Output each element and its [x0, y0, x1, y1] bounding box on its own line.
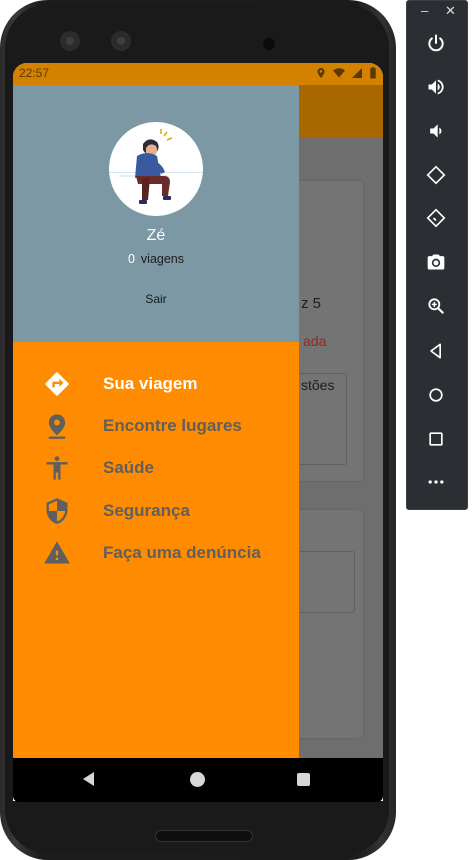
location-status-icon — [317, 68, 325, 78]
person-sitting-illustration-icon — [109, 129, 203, 204]
overview-button[interactable] — [421, 424, 451, 454]
more-icon — [428, 480, 444, 484]
drawer-header: 22:57 Zé 0 viagens Sair — [13, 63, 299, 342]
menu-item-label: Saúde — [103, 458, 155, 477]
menu-item-seguranca[interactable]: Segurança — [13, 490, 299, 530]
trip-count-label: viagens — [140, 252, 185, 266]
rotate-right-icon — [426, 208, 446, 228]
emulator-control-panel: – ✕ — [406, 0, 468, 510]
emulator-window-controls: – ✕ — [407, 3, 467, 21]
battery-icon — [370, 67, 376, 79]
drawer-menu: Sua viagem Encontre lugares Saúde Segura… — [13, 342, 299, 758]
menu-item-label: Segurança — [103, 501, 190, 520]
background-text: ada — [303, 333, 327, 349]
status-time: 22:57 — [19, 66, 50, 80]
power-icon — [428, 34, 444, 52]
back-icon — [430, 343, 441, 359]
background-text: stões — [301, 377, 335, 393]
home-button[interactable] — [421, 380, 451, 410]
volume-up-button[interactable] — [421, 72, 451, 102]
volume-down-button[interactable] — [421, 116, 451, 146]
warning-icon — [44, 541, 70, 564]
zoom-button[interactable] — [421, 291, 451, 321]
signal-icon — [352, 68, 362, 78]
overview-icon — [429, 432, 443, 446]
shield-icon — [46, 498, 68, 524]
volume-up-icon — [428, 79, 444, 95]
accessibility-person-icon — [46, 456, 68, 480]
menu-item-label: Faça uma denúncia — [103, 543, 261, 562]
nav-recents-icon[interactable] — [297, 773, 310, 786]
close-icon[interactable]: ✕ — [445, 3, 456, 19]
camera-icon — [427, 254, 445, 270]
nav-home-icon[interactable] — [190, 772, 205, 787]
menu-item-saude[interactable]: Saúde — [13, 447, 299, 487]
back-button[interactable] — [421, 336, 451, 366]
user-name: Zé — [146, 227, 166, 244]
zoom-icon — [428, 298, 444, 314]
front-sensor-icon — [60, 31, 80, 51]
nav-back-icon[interactable] — [83, 772, 94, 786]
screenshot-button[interactable] — [421, 247, 451, 277]
trip-count: 0 viagens — [13, 252, 299, 266]
rotate-right-button[interactable] — [421, 203, 451, 233]
avatar[interactable] — [109, 122, 203, 216]
menu-item-encontre-lugares[interactable]: Encontre lugares — [13, 405, 299, 445]
minimize-icon[interactable]: – — [421, 3, 428, 18]
rotate-left-icon — [426, 165, 446, 185]
more-button[interactable] — [421, 467, 451, 497]
menu-item-sua-viagem[interactable]: Sua viagem — [13, 363, 299, 403]
directions-icon — [45, 372, 69, 396]
speaker-grille — [155, 830, 253, 842]
volume-down-icon — [430, 124, 442, 138]
rotate-left-button[interactable] — [421, 160, 451, 190]
trip-count-value: 0 — [127, 252, 135, 266]
logout-button[interactable]: Sair — [126, 292, 186, 306]
drawer-status-strip: 22:57 — [13, 63, 299, 85]
menu-item-label: Encontre lugares — [103, 416, 242, 435]
menu-item-label: Sua viagem — [103, 374, 198, 393]
android-navigation-bar — [13, 758, 383, 802]
front-camera-icon — [111, 31, 131, 51]
earpiece-icon — [263, 38, 275, 50]
navigation-drawer: 22:57 Zé 0 viagens Sair Sua viagem Encon… — [13, 63, 299, 758]
location-pin-icon — [48, 414, 66, 439]
wifi-icon — [333, 68, 345, 78]
power-button[interactable] — [421, 28, 451, 58]
home-icon — [429, 388, 443, 402]
device-screen: 22:57 z 5 ada stões 22:57 — [13, 63, 383, 801]
background-text: z 5 — [301, 295, 322, 312]
menu-item-faca-uma-denuncia[interactable]: Faça uma denúncia — [13, 532, 299, 572]
